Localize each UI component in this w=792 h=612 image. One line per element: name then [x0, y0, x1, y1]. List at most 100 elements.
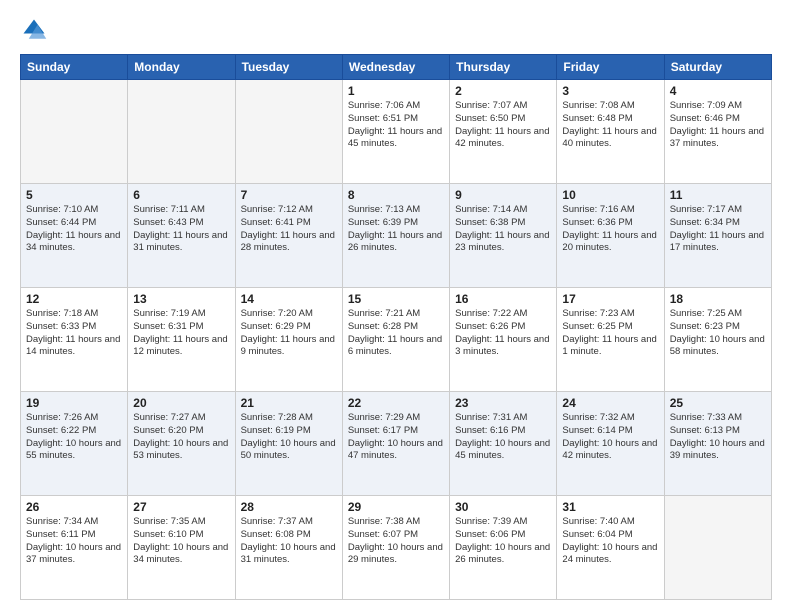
calendar-table: Sunday Monday Tuesday Wednesday Thursday… [20, 54, 772, 600]
table-row: 27Sunrise: 7:35 AM Sunset: 6:10 PM Dayli… [128, 496, 235, 600]
logo [20, 16, 52, 44]
day-number: 18 [670, 292, 766, 306]
col-friday: Friday [557, 55, 664, 80]
day-number: 12 [26, 292, 122, 306]
day-info: Sunrise: 7:23 AM Sunset: 6:25 PM Dayligh… [562, 308, 658, 359]
logo-icon [20, 16, 48, 44]
table-row: 2Sunrise: 7:07 AM Sunset: 6:50 PM Daylig… [450, 80, 557, 184]
day-info: Sunrise: 7:37 AM Sunset: 6:08 PM Dayligh… [241, 516, 337, 567]
table-row [128, 80, 235, 184]
day-number: 1 [348, 84, 444, 98]
day-number: 6 [133, 188, 229, 202]
day-number: 7 [241, 188, 337, 202]
day-info: Sunrise: 7:06 AM Sunset: 6:51 PM Dayligh… [348, 100, 444, 151]
table-row: 6 Sunrise: 7:11 AM Sunset: 6:43 PM Daylig… [128, 184, 235, 288]
day-info: Sunrise: 7:35 AM Sunset: 6:10 PM Dayligh… [133, 516, 229, 567]
table-row: 10Sunrise: 7:16 AM Sunset: 6:36 PM Dayli… [557, 184, 664, 288]
table-row: 14Sunrise: 7:20 AM Sunset: 6:29 PM Dayli… [235, 288, 342, 392]
day-number: 20 [133, 396, 229, 410]
day-info: Sunrise: 7:09 AM Sunset: 6:46 PM Dayligh… [670, 100, 766, 151]
day-info: Sunrise: 7:31 AM Sunset: 6:16 PM Dayligh… [455, 412, 551, 463]
col-sunday: Sunday [21, 55, 128, 80]
table-row: 9Sunrise: 7:14 AM Sunset: 6:38 PM Daylig… [450, 184, 557, 288]
day-number: 14 [241, 292, 337, 306]
day-info: Sunrise: 7:28 AM Sunset: 6:19 PM Dayligh… [241, 412, 337, 463]
day-number: 8 [348, 188, 444, 202]
day-info: Sunrise: 7:18 AM Sunset: 6:33 PM Dayligh… [26, 308, 122, 359]
day-info: Sunrise: 7:26 AM Sunset: 6:22 PM Dayligh… [26, 412, 122, 463]
col-tuesday: Tuesday [235, 55, 342, 80]
day-info: Sunrise: 7:07 AM Sunset: 6:50 PM Dayligh… [455, 100, 551, 151]
day-info: Sunrise: 7:29 AM Sunset: 6:17 PM Dayligh… [348, 412, 444, 463]
table-row: 4 Sunrise: 7:09 AM Sunset: 6:46 PM Daylig… [664, 80, 771, 184]
day-number: 17 [562, 292, 658, 306]
page: Sunday Monday Tuesday Wednesday Thursday… [0, 0, 792, 612]
table-row: 29Sunrise: 7:38 AM Sunset: 6:07 PM Dayli… [342, 496, 449, 600]
table-row: 12 Sunrise: 7:18 AM Sunset: 6:33 PM Dayli… [21, 288, 128, 392]
day-number: 10 [562, 188, 658, 202]
day-info: Sunrise: 7:32 AM Sunset: 6:14 PM Dayligh… [562, 412, 658, 463]
table-row: 20 Sunrise: 7:27 AM Sunset: 6:20 PM Dayli… [128, 392, 235, 496]
table-row: 25 Sunrise: 7:33 AM Sunset: 6:13 PM Dayli… [664, 392, 771, 496]
table-row: 26 Sunrise: 7:34 AM Sunset: 6:11 PM Dayli… [21, 496, 128, 600]
table-row: 3 Sunrise: 7:08 AM Sunset: 6:48 PM Daylig… [557, 80, 664, 184]
table-row: 8 Sunrise: 7:13 AM Sunset: 6:39 PM Daylig… [342, 184, 449, 288]
day-info: Sunrise: 7:08 AM Sunset: 6:48 PM Dayligh… [562, 100, 658, 151]
day-number: 19 [26, 396, 122, 410]
table-row [235, 80, 342, 184]
table-row: 18 Sunrise: 7:25 AM Sunset: 6:23 PM Dayli… [664, 288, 771, 392]
table-row: 16Sunrise: 7:22 AM Sunset: 6:26 PM Dayli… [450, 288, 557, 392]
day-number: 29 [348, 500, 444, 514]
table-row: 30 Sunrise: 7:39 AM Sunset: 6:06 PM Dayli… [450, 496, 557, 600]
day-number: 11 [670, 188, 766, 202]
header [20, 16, 772, 44]
day-info: Sunrise: 7:17 AM Sunset: 6:34 PM Dayligh… [670, 204, 766, 255]
day-number: 28 [241, 500, 337, 514]
day-info: Sunrise: 7:21 AM Sunset: 6:28 PM Dayligh… [348, 308, 444, 359]
table-row: 28 Sunrise: 7:37 AM Sunset: 6:08 PM Dayli… [235, 496, 342, 600]
calendar-header-row: Sunday Monday Tuesday Wednesday Thursday… [21, 55, 772, 80]
day-info: Sunrise: 7:10 AM Sunset: 6:44 PM Dayligh… [26, 204, 122, 255]
day-info: Sunrise: 7:19 AM Sunset: 6:31 PM Dayligh… [133, 308, 229, 359]
calendar-week-row: 26 Sunrise: 7:34 AM Sunset: 6:11 PM Dayli… [21, 496, 772, 600]
day-info: Sunrise: 7:25 AM Sunset: 6:23 PM Dayligh… [670, 308, 766, 359]
col-saturday: Saturday [664, 55, 771, 80]
day-number: 25 [670, 396, 766, 410]
day-number: 26 [26, 500, 122, 514]
table-row: 1 Sunrise: 7:06 AM Sunset: 6:51 PM Daylig… [342, 80, 449, 184]
day-info: Sunrise: 7:27 AM Sunset: 6:20 PM Dayligh… [133, 412, 229, 463]
day-number: 3 [562, 84, 658, 98]
day-info: Sunrise: 7:12 AM Sunset: 6:41 PM Dayligh… [241, 204, 337, 255]
day-info: Sunrise: 7:34 AM Sunset: 6:11 PM Dayligh… [26, 516, 122, 567]
day-number: 15 [348, 292, 444, 306]
day-number: 30 [455, 500, 551, 514]
table-row: 15 Sunrise: 7:21 AM Sunset: 6:28 PM Dayli… [342, 288, 449, 392]
table-row: 11 Sunrise: 7:17 AM Sunset: 6:34 PM Dayli… [664, 184, 771, 288]
col-monday: Monday [128, 55, 235, 80]
table-row: 5 Sunrise: 7:10 AM Sunset: 6:44 PM Daylig… [21, 184, 128, 288]
day-info: Sunrise: 7:11 AM Sunset: 6:43 PM Dayligh… [133, 204, 229, 255]
table-row: 13Sunrise: 7:19 AM Sunset: 6:31 PM Dayli… [128, 288, 235, 392]
day-number: 24 [562, 396, 658, 410]
day-number: 22 [348, 396, 444, 410]
table-row: 21 Sunrise: 7:28 AM Sunset: 6:19 PM Dayli… [235, 392, 342, 496]
col-thursday: Thursday [450, 55, 557, 80]
table-row [664, 496, 771, 600]
table-row: 7 Sunrise: 7:12 AM Sunset: 6:41 PM Daylig… [235, 184, 342, 288]
calendar-week-row: 5 Sunrise: 7:10 AM Sunset: 6:44 PM Daylig… [21, 184, 772, 288]
day-number: 23 [455, 396, 551, 410]
table-row: 23 Sunrise: 7:31 AM Sunset: 6:16 PM Dayli… [450, 392, 557, 496]
day-number: 4 [670, 84, 766, 98]
day-info: Sunrise: 7:33 AM Sunset: 6:13 PM Dayligh… [670, 412, 766, 463]
table-row: 17 Sunrise: 7:23 AM Sunset: 6:25 PM Dayli… [557, 288, 664, 392]
table-row: 22 Sunrise: 7:29 AM Sunset: 6:17 PM Dayli… [342, 392, 449, 496]
day-number: 5 [26, 188, 122, 202]
day-number: 9 [455, 188, 551, 202]
day-info: Sunrise: 7:13 AM Sunset: 6:39 PM Dayligh… [348, 204, 444, 255]
table-row: 31Sunrise: 7:40 AM Sunset: 6:04 PM Dayli… [557, 496, 664, 600]
table-row [21, 80, 128, 184]
day-info: Sunrise: 7:40 AM Sunset: 6:04 PM Dayligh… [562, 516, 658, 567]
day-info: Sunrise: 7:39 AM Sunset: 6:06 PM Dayligh… [455, 516, 551, 567]
day-number: 21 [241, 396, 337, 410]
col-wednesday: Wednesday [342, 55, 449, 80]
